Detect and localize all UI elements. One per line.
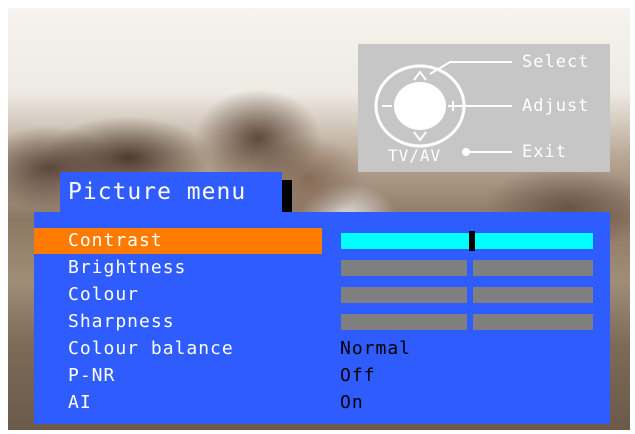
p-nr-value: Off [340, 365, 376, 386]
menu-item-label: Contrast [68, 230, 163, 251]
brightness-slider[interactable] [341, 260, 593, 276]
menu-item-label: AI [68, 392, 92, 413]
slider-track [341, 233, 593, 249]
colour-slider[interactable] [341, 287, 593, 303]
slider-knob[interactable] [469, 231, 475, 251]
menu-item-ai[interactable]: AI On [34, 390, 610, 416]
colour-balance-value: Normal [340, 338, 412, 359]
picture-menu-panel: Contrast Brightness Colour Sharpness Col… [34, 212, 610, 424]
slider-segment-right [473, 314, 593, 330]
menu-item-label: Sharpness [68, 311, 175, 332]
exit-hint: Exit [522, 142, 567, 162]
menu-item-p-nr[interactable]: P-NR Off [34, 363, 610, 389]
select-hint: Select [522, 52, 590, 72]
slider-segment-left [341, 260, 467, 276]
contrast-slider[interactable] [341, 231, 593, 251]
ai-value: On [340, 392, 364, 413]
menu-item-label: Brightness [68, 257, 187, 278]
menu-title: Picture menu [60, 172, 282, 212]
menu-item-contrast[interactable]: Contrast [34, 228, 610, 254]
menu-item-label: P-NR [68, 365, 116, 386]
adjust-hint: Adjust [522, 96, 590, 116]
menu-item-sharpness[interactable]: Sharpness [34, 309, 610, 335]
menu-item-brightness[interactable]: Brightness [34, 255, 610, 281]
slider-segment-left [341, 314, 467, 330]
tvav-label: TV/AV [388, 146, 442, 165]
key-help-panel: Select Adjust TV/AV Exit [358, 44, 610, 172]
menu-item-label: Colour balance [68, 338, 234, 359]
slider-segment-right [473, 287, 593, 303]
tv-screen: Select Adjust TV/AV Exit Picture menu Co… [0, 0, 635, 434]
menu-item-colour-balance[interactable]: Colour balance Normal [34, 336, 610, 362]
slider-segment-right [473, 260, 593, 276]
slider-segment-left [341, 287, 467, 303]
menu-item-colour[interactable]: Colour [34, 282, 610, 308]
sharpness-slider[interactable] [341, 314, 593, 330]
menu-item-label: Colour [68, 284, 140, 305]
